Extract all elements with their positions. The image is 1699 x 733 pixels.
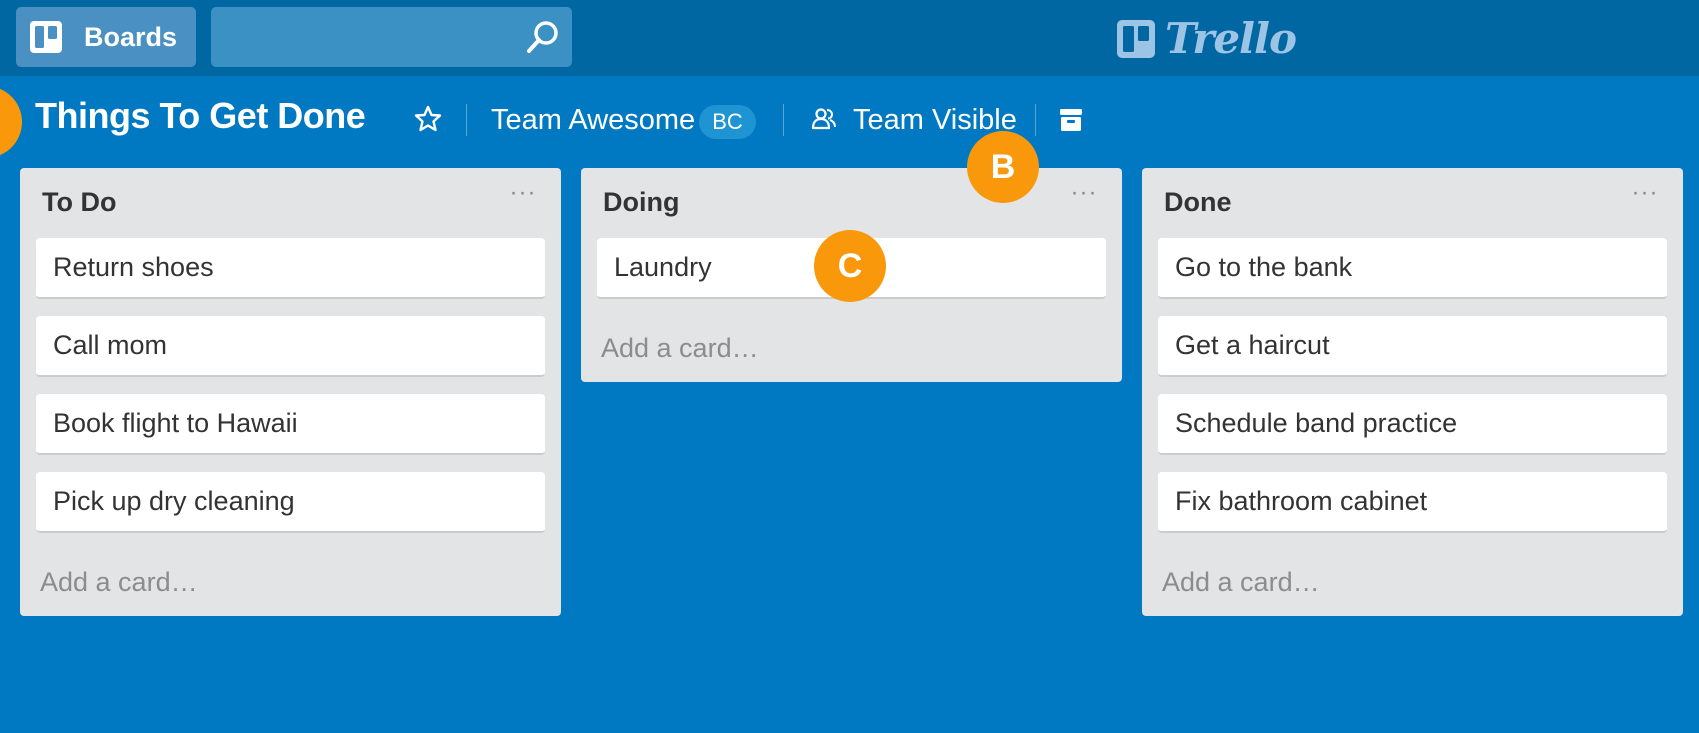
- boards-button[interactable]: Boards: [16, 7, 196, 67]
- search-icon[interactable]: [524, 18, 562, 56]
- list-to-do: To Do ··· Return shoes Call mom Book fli…: [20, 168, 561, 616]
- card[interactable]: Book flight to Hawaii: [36, 394, 545, 455]
- add-card-link[interactable]: Add a card…: [1162, 567, 1320, 598]
- top-bar: Boards Trello: [0, 0, 1699, 76]
- team-badge[interactable]: BC: [699, 105, 756, 139]
- card[interactable]: Pick up dry cleaning: [36, 472, 545, 533]
- add-card-link[interactable]: Add a card…: [601, 333, 759, 364]
- list-title[interactable]: To Do: [42, 187, 116, 218]
- list-done: Done ··· Go to the bank Get a haircut Sc…: [1142, 168, 1683, 616]
- card[interactable]: Fix bathroom cabinet: [1158, 472, 1667, 533]
- card[interactable]: Get a haircut: [1158, 316, 1667, 377]
- card[interactable]: Go to the bank: [1158, 238, 1667, 299]
- star-icon[interactable]: [414, 105, 442, 133]
- logo-text: Trello: [1165, 14, 1297, 63]
- board-title[interactable]: Things To Get Done: [35, 95, 366, 137]
- header-divider: [783, 104, 784, 136]
- card[interactable]: Return shoes: [36, 238, 545, 299]
- boards-icon: [30, 21, 62, 53]
- callout-badge-b: B: [967, 131, 1039, 203]
- trello-logo-icon: [1117, 19, 1155, 58]
- team-name[interactable]: Team Awesome: [491, 104, 695, 137]
- list-menu-icon[interactable]: ···: [1070, 181, 1098, 205]
- trello-logo[interactable]: Trello: [1117, 14, 1297, 63]
- search-input[interactable]: [211, 7, 572, 67]
- add-card-link[interactable]: Add a card…: [40, 567, 198, 598]
- header-divider: [1035, 104, 1036, 136]
- card[interactable]: Schedule band practice: [1158, 394, 1667, 455]
- list-title[interactable]: Done: [1164, 187, 1232, 218]
- callout-badge-c: C: [814, 230, 886, 302]
- list-title[interactable]: Doing: [603, 187, 679, 218]
- callout-badge-a: [0, 86, 22, 158]
- card[interactable]: Call mom: [36, 316, 545, 377]
- header-divider: [466, 104, 467, 136]
- boards-label: Boards: [84, 21, 178, 52]
- team-visibility-icon[interactable]: [811, 106, 837, 132]
- list-menu-icon[interactable]: ···: [1631, 181, 1659, 205]
- list-menu-icon[interactable]: ···: [509, 181, 537, 205]
- archive-icon[interactable]: [1057, 106, 1085, 134]
